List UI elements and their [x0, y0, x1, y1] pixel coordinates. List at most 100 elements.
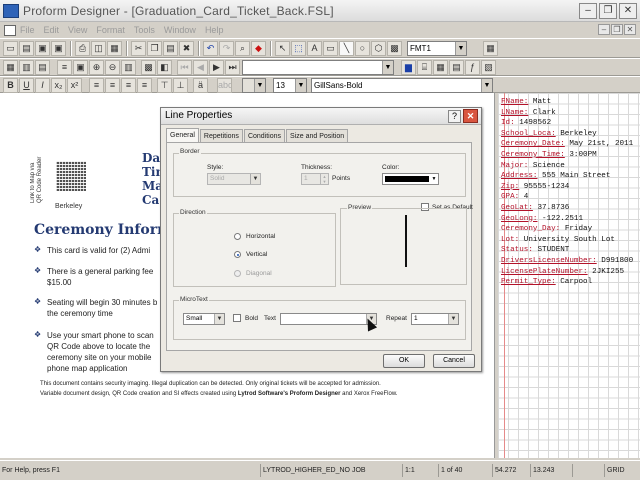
spell-check-icon[interactable]: abc [217, 78, 232, 93]
menu-edit[interactable]: Edit [44, 25, 60, 35]
delete-icon[interactable]: ✖ [179, 41, 194, 56]
tab-size-and-position[interactable]: Size and Position [286, 129, 349, 143]
justify-icon[interactable]: ≡ [137, 78, 152, 93]
qr-code-image[interactable] [56, 161, 86, 191]
record-data-panel[interactable]: FName: Matt LName: Clark Id: 1498562 School… [498, 93, 640, 458]
data-row[interactable]: GeoLong: -122.2511 [501, 214, 583, 224]
thickness-spinner[interactable]: 1 ▲ ▼ [301, 173, 329, 185]
radio-horizontal[interactable] [234, 233, 241, 240]
page-setup-icon[interactable]: ▦ [107, 41, 122, 56]
cancel-button[interactable]: Cancel [433, 354, 475, 368]
radio-diagonal[interactable] [234, 270, 241, 277]
menu-help[interactable]: Help [205, 25, 224, 35]
menu-file[interactable]: File [20, 25, 35, 35]
menu-window[interactable]: Window [164, 25, 196, 35]
first-record-icon[interactable]: ⏮ [177, 60, 192, 75]
align-top-icon[interactable]: ⊤ [157, 78, 172, 93]
spinner-arrows-icon[interactable]: ▲ ▼ [320, 174, 328, 184]
select-area-tool-icon[interactable]: ⬚ [291, 41, 306, 56]
font-size-combo[interactable]: 13 ▼ [273, 78, 307, 93]
chart-icon[interactable]: ▆ [401, 60, 416, 75]
print-icon[interactable]: ⎙ [75, 41, 90, 56]
align-middle-icon[interactable]: ⊥ [173, 78, 188, 93]
layers-icon[interactable]: ◧ [157, 60, 172, 75]
columns-icon[interactable]: ▥ [19, 60, 34, 75]
data-row[interactable]: Status: STUDENT [501, 245, 569, 255]
record-field-combo[interactable]: ▼ [242, 60, 394, 75]
data-row[interactable]: Ceremony_Time: 3:00PM [501, 150, 597, 160]
pointer-tool-icon[interactable]: ↖ [275, 41, 290, 56]
rectangle-tool-icon[interactable]: ▭ [323, 41, 338, 56]
script-icon[interactable]: ▧ [481, 60, 496, 75]
doc-restore-button[interactable]: ❐ [611, 24, 623, 35]
maximize-button[interactable]: ❐ [599, 3, 617, 19]
grid-icon[interactable]: ▦ [3, 60, 18, 75]
undo-icon[interactable]: ↶ [203, 41, 218, 56]
data-row[interactable]: FName: Matt [501, 97, 551, 107]
help-button[interactable]: ? [448, 110, 461, 123]
align-icon[interactable]: ≡ [57, 60, 72, 75]
rows-icon[interactable]: ▤ [35, 60, 50, 75]
data-row[interactable]: LicensePlateNumber: 2JKI255 [501, 267, 624, 277]
underline-icon[interactable]: U [19, 78, 34, 93]
subscript-icon[interactable]: x₂ [51, 78, 66, 93]
align-center-icon[interactable]: ≡ [105, 78, 120, 93]
dialog-close-button[interactable]: ✕ [463, 109, 478, 123]
doc-close-button[interactable]: ✕ [624, 24, 636, 35]
data-row[interactable]: GPA: 4 [501, 192, 528, 202]
minimize-button[interactable]: ‒ [579, 3, 597, 19]
dialog-title-bar[interactable]: Line Properties ? ✕ [161, 108, 481, 125]
document-icon[interactable] [4, 24, 16, 36]
data-row[interactable]: Ceremony_Day: Friday [501, 224, 592, 234]
close-window-button[interactable]: ✕ [619, 3, 637, 19]
radio-vertical[interactable] [234, 251, 241, 258]
group-icon[interactable]: ▣ [73, 60, 88, 75]
polygon-tool-icon[interactable]: ⬡ [371, 41, 386, 56]
properties-icon[interactable]: ◆ [251, 41, 266, 56]
style-combo[interactable]: Solid ▼ [207, 173, 261, 185]
last-record-icon[interactable]: ⏭ [225, 60, 240, 75]
data-row[interactable]: Address: 555 Main Street [501, 171, 610, 181]
font-style-combo[interactable]: ▼ [242, 78, 266, 93]
data-row[interactable]: DriversLicenseNumber: D991800 [501, 256, 633, 266]
paste-icon[interactable]: ▤ [163, 41, 178, 56]
data-row[interactable]: Lot: University South Lot [501, 235, 615, 245]
cut-icon[interactable]: ✂ [131, 41, 146, 56]
zoom-out-icon[interactable]: ⊖ [105, 60, 120, 75]
data-row[interactable]: School_Loca: Berkeley [501, 129, 597, 139]
new-file-icon[interactable]: ▭ [3, 41, 18, 56]
open-folder-icon[interactable]: ▤ [19, 41, 34, 56]
color-picker[interactable]: ▼ [382, 173, 439, 185]
redo-icon[interactable]: ↷ [219, 41, 234, 56]
tab-conditions[interactable]: Conditions [243, 129, 286, 143]
superscript-icon[interactable]: x² [67, 78, 82, 93]
data-row[interactable]: Zip: 95555-1234 [501, 182, 569, 192]
ellipse-tool-icon[interactable]: ○ [355, 41, 370, 56]
doc-minimize-button[interactable]: ‒ [598, 24, 610, 35]
menu-view[interactable]: View [68, 25, 87, 35]
data-row[interactable]: Ceremony_Date: May 21st, 2011 [501, 139, 633, 149]
find-icon[interactable]: ⌕ [235, 41, 250, 56]
qr-code-icon[interactable]: ▩ [141, 60, 156, 75]
barcode-icon[interactable]: ▥ [121, 60, 136, 75]
ok-button[interactable]: OK [383, 354, 425, 368]
repeat-combo[interactable]: 1 ▼ [411, 313, 459, 325]
tab-repetitions[interactable]: Repetitions [199, 129, 243, 143]
data-row[interactable]: LName: Clark [501, 108, 556, 118]
bold-checkbox[interactable] [233, 314, 241, 322]
image-tool-icon[interactable]: ▩ [387, 41, 402, 56]
italic-icon[interactable]: I [35, 78, 50, 93]
microtext-text-combo[interactable]: ▼ [280, 313, 377, 325]
menu-tools[interactable]: Tools [134, 25, 155, 35]
color-palette-icon[interactable]: ▦ [483, 41, 498, 56]
microtext-size-combo[interactable]: Small ▼ [183, 313, 225, 325]
copy-icon[interactable]: ❐ [147, 41, 162, 56]
save-icon[interactable]: ▣ [35, 41, 50, 56]
text-tool-icon[interactable]: A [307, 41, 322, 56]
print-preview-icon[interactable]: ◫ [91, 41, 106, 56]
save-all-icon[interactable]: ▣ [51, 41, 66, 56]
align-right-icon[interactable]: ≡ [121, 78, 136, 93]
line-tool-icon[interactable]: ╲ [339, 41, 354, 56]
next-record-icon[interactable]: ▶ [209, 60, 224, 75]
prev-record-icon[interactable]: ◀ [193, 60, 208, 75]
